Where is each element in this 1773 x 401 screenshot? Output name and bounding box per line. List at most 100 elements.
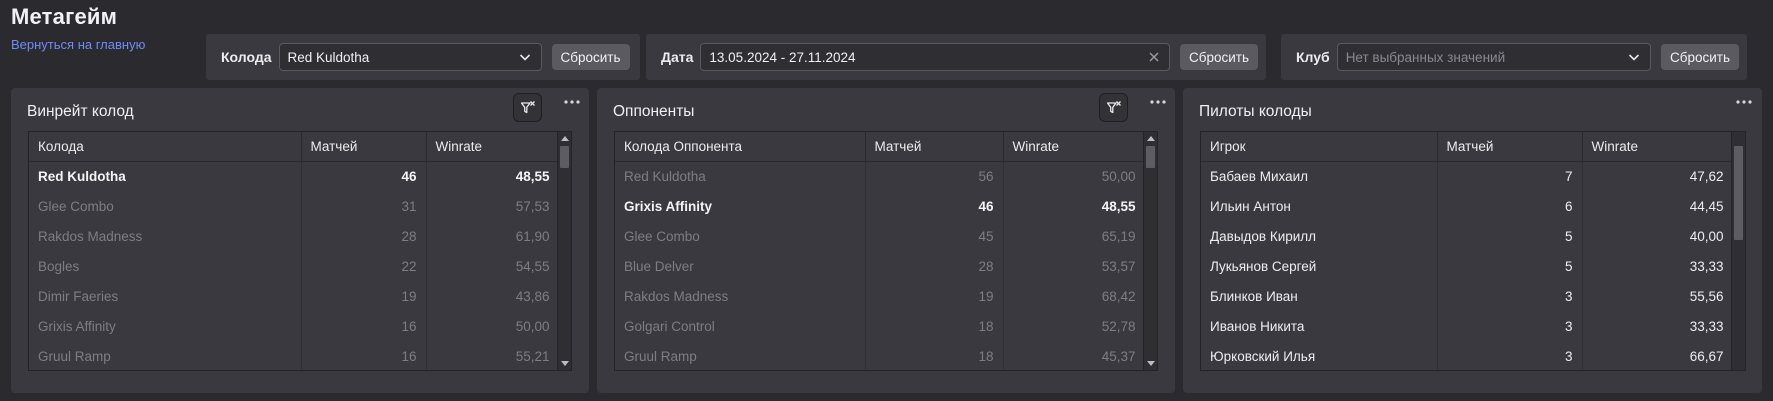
table-row[interactable]: Red Kuldotha 56 50,00 bbox=[615, 161, 1146, 191]
club-filter: Клуб Нет выбранных значений Сбросить bbox=[1281, 34, 1747, 80]
cell-winrate: 55,56 bbox=[1582, 281, 1734, 311]
column-header-matches[interactable]: Матчей bbox=[301, 132, 427, 162]
cell-name: Иванов Никита bbox=[1201, 311, 1438, 341]
table-row[interactable]: Blue Delver 28 53,57 bbox=[615, 251, 1146, 281]
scroll-up-arrow[interactable] bbox=[1147, 136, 1155, 141]
deck-select[interactable]: Red Kuldotha bbox=[278, 43, 542, 71]
column-header-winrate[interactable]: Winrate bbox=[426, 132, 560, 162]
cell-winrate: 40,00 bbox=[1582, 221, 1734, 251]
table-row[interactable]: Red Kuldotha 46 48,55 bbox=[29, 161, 560, 191]
more-options-icon[interactable] bbox=[1735, 97, 1753, 107]
table-scrollbar[interactable] bbox=[557, 132, 571, 370]
clear-icon[interactable] bbox=[1147, 50, 1161, 64]
scroll-down-arrow[interactable] bbox=[1147, 361, 1155, 366]
table-row[interactable]: Давыдов Кирилл 5 40,00 bbox=[1201, 221, 1734, 251]
scroll-up-arrow[interactable] bbox=[561, 136, 569, 141]
table-scrollbar[interactable] bbox=[1731, 132, 1745, 370]
cell-matches: 28 bbox=[865, 251, 1004, 281]
table-row[interactable]: Grixis Affinity 16 50,00 bbox=[29, 311, 560, 341]
panel-title: Оппоненты bbox=[613, 103, 695, 120]
cell-winrate: 47,62 bbox=[1582, 161, 1734, 191]
cell-name: Gruul Ramp bbox=[615, 341, 866, 370]
column-header-matches[interactable]: Матчей bbox=[865, 132, 1004, 162]
scroll-thumb[interactable] bbox=[1734, 146, 1743, 240]
club-filter-label: Клуб bbox=[1296, 49, 1330, 65]
cell-matches: 3 bbox=[1437, 311, 1583, 341]
cell-winrate: 45,37 bbox=[1003, 341, 1146, 370]
cell-matches: 7 bbox=[1437, 161, 1583, 191]
table-scrollbar[interactable] bbox=[1143, 132, 1157, 370]
table-row[interactable]: Лукьянов Сергей 5 33,33 bbox=[1201, 251, 1734, 281]
opponents-table: Колода Оппонента Матчей Winrate Red Kuld… bbox=[614, 131, 1158, 371]
cell-name: Glee Combo bbox=[29, 191, 302, 221]
table-row[interactable]: Gruul Ramp 18 45,37 bbox=[615, 341, 1146, 370]
cell-winrate: 66,67 bbox=[1582, 341, 1734, 370]
cell-matches: 3 bbox=[1437, 341, 1583, 370]
table-row[interactable]: Иванов Никита 3 33,33 bbox=[1201, 311, 1734, 341]
cell-matches: 5 bbox=[1437, 251, 1583, 281]
club-select-placeholder: Нет выбранных значений bbox=[1345, 49, 1506, 65]
cell-matches: 5 bbox=[1437, 221, 1583, 251]
column-header-matches[interactable]: Матчей bbox=[1437, 132, 1583, 162]
cell-name: Grixis Affinity bbox=[29, 311, 302, 341]
club-reset-button[interactable]: Сбросить bbox=[1660, 44, 1739, 70]
cell-winrate: 33,33 bbox=[1582, 311, 1734, 341]
scroll-down-arrow[interactable] bbox=[561, 361, 569, 366]
cell-winrate: 65,19 bbox=[1003, 221, 1146, 251]
cell-name: Юрковский Илья bbox=[1201, 341, 1438, 370]
table-row[interactable]: Grixis Affinity 46 48,55 bbox=[615, 191, 1146, 221]
column-header-deck[interactable]: Колода bbox=[29, 132, 302, 162]
cell-winrate: 57,53 bbox=[426, 191, 560, 221]
table-row[interactable]: Golgari Control 18 52,78 bbox=[615, 311, 1146, 341]
column-header-winrate[interactable]: Winrate bbox=[1003, 132, 1146, 162]
table-row[interactable]: Юрковский Илья 3 66,67 bbox=[1201, 341, 1734, 370]
column-header-player[interactable]: Игрок bbox=[1201, 132, 1438, 162]
table-row[interactable]: Glee Combo 45 65,19 bbox=[615, 221, 1146, 251]
cell-matches: 19 bbox=[301, 281, 427, 311]
table-row[interactable]: Dimir Faeries 19 43,86 bbox=[29, 281, 560, 311]
table-row[interactable]: Glee Combo 31 57,53 bbox=[29, 191, 560, 221]
table-row[interactable]: Gruul Ramp 16 55,21 bbox=[29, 341, 560, 370]
table-row[interactable]: Bogles 22 54,55 bbox=[29, 251, 560, 281]
scroll-thumb[interactable] bbox=[1146, 146, 1155, 168]
opponents-panel: Оппоненты Колода Оппонента Матчей Winrat… bbox=[597, 88, 1175, 393]
table-row[interactable]: Бабаев Михаил 7 47,62 bbox=[1201, 161, 1734, 191]
club-select[interactable]: Нет выбранных значений bbox=[1336, 43, 1651, 71]
date-range-value: 13.05.2024 - 27.11.2024 bbox=[709, 49, 856, 65]
cell-matches: 19 bbox=[865, 281, 1004, 311]
table-row[interactable]: Блинков Иван 3 55,56 bbox=[1201, 281, 1734, 311]
cell-name: Давыдов Кирилл bbox=[1201, 221, 1438, 251]
deck-reset-button[interactable]: Сбросить bbox=[551, 44, 630, 70]
cell-matches: 56 bbox=[865, 161, 1004, 191]
chevron-down-icon bbox=[1628, 54, 1640, 61]
column-header-winrate[interactable]: Winrate bbox=[1582, 132, 1734, 162]
pilots-table: Игрок Матчей Winrate Бабаев Михаил 7 47,62… bbox=[1200, 131, 1746, 371]
cell-name: Bogles bbox=[29, 251, 302, 281]
cell-winrate: 48,55 bbox=[1003, 191, 1146, 221]
cell-winrate: 44,45 bbox=[1582, 191, 1734, 221]
back-to-home-link[interactable]: Вернуться на главную bbox=[11, 37, 145, 52]
table-row[interactable]: Rakdos Madness 28 61,90 bbox=[29, 221, 560, 251]
clear-filter-button[interactable] bbox=[1099, 93, 1128, 122]
cell-matches: 46 bbox=[301, 161, 427, 191]
cell-winrate: 50,00 bbox=[1003, 161, 1146, 191]
date-range-input[interactable]: 13.05.2024 - 27.11.2024 bbox=[700, 43, 1170, 71]
cell-matches: 28 bbox=[301, 221, 427, 251]
table-row[interactable]: Rakdos Madness 19 68,42 bbox=[615, 281, 1146, 311]
more-options-icon[interactable] bbox=[1149, 97, 1167, 107]
column-header-opponent-deck[interactable]: Колода Оппонента bbox=[615, 132, 866, 162]
more-options-icon[interactable] bbox=[563, 97, 581, 107]
panel-title: Пилоты колоды bbox=[1199, 103, 1312, 120]
deck-winrate-panel: Винрейт колод Колода Матчей Winrate Red … bbox=[11, 88, 589, 393]
cell-name: Rakdos Madness bbox=[615, 281, 866, 311]
chevron-down-icon bbox=[519, 54, 530, 61]
deck-filter-label: Колода bbox=[221, 49, 272, 65]
cell-winrate: 55,21 bbox=[426, 341, 560, 370]
table-row[interactable]: Ильин Антон 6 44,45 bbox=[1201, 191, 1734, 221]
clear-filter-button[interactable] bbox=[513, 93, 542, 122]
scroll-thumb[interactable] bbox=[560, 146, 569, 168]
cell-name: Rakdos Madness bbox=[29, 221, 302, 251]
date-reset-button[interactable]: Сбросить bbox=[1179, 44, 1258, 70]
cell-matches: 45 bbox=[865, 221, 1004, 251]
cell-matches: 46 bbox=[865, 191, 1004, 221]
